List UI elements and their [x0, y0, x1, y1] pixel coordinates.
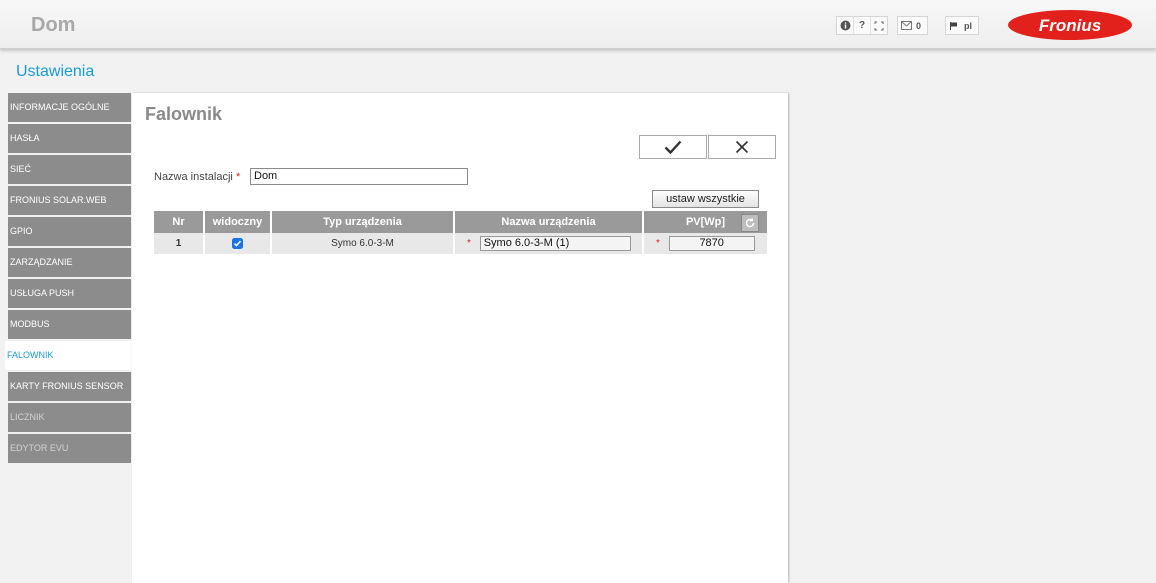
- visible-checkbox[interactable]: [232, 237, 243, 249]
- column-header-visible: widoczny: [204, 211, 272, 233]
- required-mark: *: [467, 238, 471, 250]
- panel-title: Falownik: [145, 104, 223, 124]
- flag-icon: [946, 17, 962, 34]
- sidebar-item-general[interactable]: INFORMACJE OGÓLNE: [8, 93, 131, 122]
- sidebar: INFORMACJE OGÓLNE HASŁA SIEĆ FRONIUS SOL…: [5, 93, 135, 465]
- sidebar-item-network[interactable]: SIEĆ: [8, 155, 131, 184]
- page-title: Ustawienia: [16, 63, 95, 80]
- sidebar-item-inverter[interactable]: FALOWNIK: [5, 341, 135, 370]
- envelope-icon: [898, 17, 914, 34]
- fronius-logo: Fronius: [1007, 9, 1133, 46]
- device-name-cell: * Symo 6.0-3-M (1): [454, 233, 644, 254]
- refresh-icon[interactable]: [741, 214, 759, 232]
- column-header-nr: Nr: [154, 211, 205, 233]
- installation-name-label: Nazwa instalacji *: [154, 171, 241, 183]
- row-nr: 1: [154, 233, 205, 254]
- pv-power-input[interactable]: 7870: [668, 236, 755, 251]
- cancel-button[interactable]: [708, 135, 776, 159]
- sidebar-item-push-service[interactable]: USŁUGA PUSH: [8, 279, 131, 308]
- info-icon[interactable]: [837, 17, 854, 34]
- messages-count: 0: [916, 20, 922, 31]
- sidebar-item-gpio[interactable]: GPIO: [8, 217, 131, 246]
- help-toolbar: ?: [836, 16, 888, 35]
- question-icon[interactable]: ?: [854, 17, 871, 34]
- sidebar-item-passwords[interactable]: HASŁA: [8, 124, 131, 153]
- language-button[interactable]: pl: [945, 16, 979, 35]
- table-row: 1 Symo 6.0-3-M * Symo 6.0-3-M (1) * 7870: [154, 233, 767, 254]
- language-label: pl: [964, 20, 972, 31]
- logo-text: Fronius: [1039, 16, 1101, 35]
- pv-cell: * 7870: [643, 233, 767, 254]
- sidebar-item-modbus[interactable]: MODBUS: [8, 310, 131, 339]
- device-type: Symo 6.0-3-M: [271, 233, 455, 254]
- column-header-device-type: Typ urządzenia: [271, 211, 455, 233]
- sidebar-item-evu-editor[interactable]: EDYTOR EVU: [8, 434, 131, 463]
- sidebar-item-sensor-cards[interactable]: KARTY FRONIUS SENSOR: [8, 372, 131, 401]
- inverter-panel: Falownik Nazwa instalacji * Dom ustaw ws…: [132, 93, 788, 583]
- checkmark-icon: [664, 140, 682, 154]
- required-mark: *: [235, 171, 241, 183]
- inverter-table: Nr widoczny Typ urządzenia Nazwa urządze…: [154, 211, 767, 254]
- visible-checkbox-cell: [204, 233, 272, 254]
- required-mark: *: [656, 238, 660, 250]
- sidebar-item-meter[interactable]: LICZNIK: [8, 403, 131, 432]
- top-bar: Dom ? 0 pl Fronius: [0, 0, 1156, 49]
- sidebar-item-solarweb[interactable]: FRONIUS SOLAR.WEB: [8, 186, 131, 215]
- column-header-pv: PV[Wp]: [643, 211, 767, 233]
- set-all-button[interactable]: ustaw wszystkie: [652, 190, 759, 208]
- expand-icon[interactable]: [871, 17, 887, 34]
- messages-button[interactable]: 0: [897, 16, 929, 35]
- confirm-button[interactable]: [639, 135, 707, 159]
- column-header-device-name: Nazwa urządzenia: [454, 211, 644, 233]
- device-name-input[interactable]: Symo 6.0-3-M (1): [479, 236, 631, 251]
- site-title: Dom: [31, 14, 76, 36]
- close-icon: [735, 140, 749, 154]
- sidebar-item-management[interactable]: ZARZĄDZANIE: [8, 248, 131, 277]
- installation-name-input[interactable]: Dom: [250, 168, 468, 185]
